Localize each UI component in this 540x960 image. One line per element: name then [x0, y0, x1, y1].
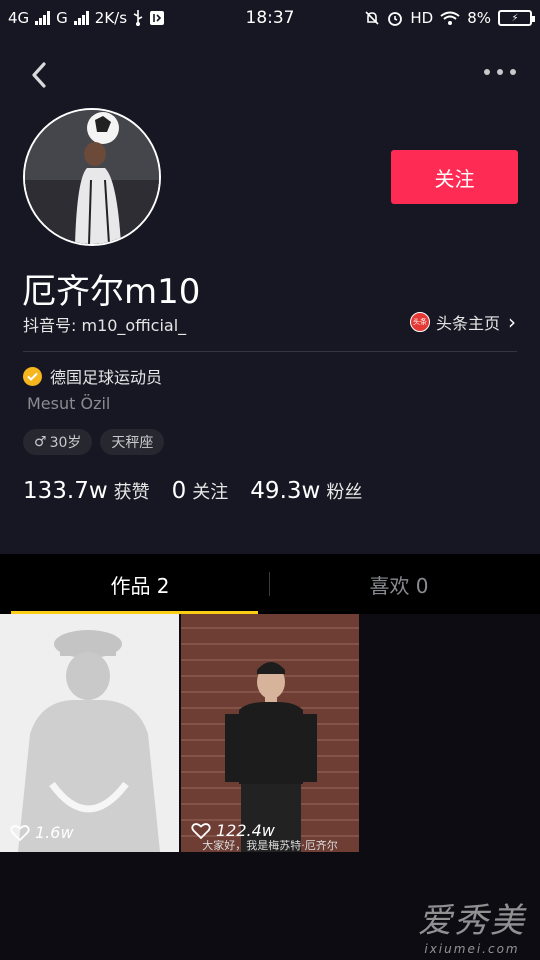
real-name: Mesut Özil	[27, 394, 111, 413]
chevron-right-icon: ›	[508, 310, 516, 334]
hd-indicator: HD	[410, 9, 434, 27]
more-dot	[497, 69, 503, 75]
video-likes-count: 1.6w	[35, 823, 74, 842]
zodiac-tag: 天秤座	[100, 429, 165, 455]
verified-title-row: 德国足球运动员	[23, 364, 162, 388]
followers-count: 49.3w	[250, 478, 321, 504]
likes-label: 获赞	[113, 482, 150, 503]
wifi-icon	[440, 11, 460, 25]
age-tag: ♂ 30岁	[23, 429, 93, 455]
heart-outline-icon	[191, 822, 211, 839]
alarm-icon	[388, 12, 403, 26]
followers-stat[interactable]: 49.3w 粉丝	[250, 478, 362, 504]
content-area: 作品 2 喜欢 0 1.6w 122.4w 大家好，我是梅苏特·厄齐尔 爱秀美 …	[0, 554, 540, 960]
heart-outline-icon	[10, 824, 30, 841]
status-bar: 4G G 2K/s 18:37 HD 8% ⚡	[0, 0, 540, 36]
video-thumbnail[interactable]: 122.4w 大家好，我是梅苏特·厄齐尔	[181, 614, 359, 852]
watermark-en: ixiumei.com	[424, 942, 520, 956]
more-button[interactable]	[484, 60, 516, 84]
watermark-cn: 爱秀美	[418, 901, 526, 941]
male-icon: ♂	[34, 434, 47, 450]
battery-icon: ⚡	[498, 10, 535, 26]
follow-button[interactable]: 关注	[391, 150, 518, 204]
toutiao-badge-icon: 头条	[409, 312, 430, 332]
tab-likes[interactable]: 喜欢 0	[270, 554, 528, 614]
likes-stat: 133.7w 获赞	[23, 478, 150, 504]
divider	[23, 351, 517, 352]
more-dot	[510, 69, 516, 75]
status-right: HD 8% ⚡	[364, 9, 535, 27]
following-stat[interactable]: 0 关注	[172, 478, 229, 504]
tab-works[interactable]: 作品 2	[11, 554, 269, 614]
video-thumbnail[interactable]: 1.6w	[0, 614, 179, 852]
video-likes: 1.6w	[10, 823, 74, 842]
profile-tags: ♂ 30岁 天秤座	[23, 429, 165, 455]
mute-icon	[365, 11, 379, 25]
profile-nickname: 厄齐尔m10	[22, 272, 201, 312]
video-likes-count: 122.4w	[216, 821, 275, 840]
video-cover	[181, 614, 359, 852]
toutiao-label: 头条主页	[435, 314, 500, 333]
toutiao-homepage-link[interactable]: 头条 头条主页 ›	[409, 310, 516, 334]
video-caption: 大家好，我是梅苏特·厄齐尔	[202, 840, 338, 852]
avatar[interactable]	[23, 108, 161, 246]
followers-label: 粉丝	[326, 482, 363, 503]
chevron-left-icon	[32, 62, 46, 88]
more-dot	[484, 69, 490, 75]
profile-stats: 133.7w 获赞 0 关注 49.3w 粉丝	[23, 478, 384, 504]
site-watermark: 爱秀美 ixiumei.com	[418, 893, 526, 956]
likes-count: 133.7w	[23, 478, 108, 504]
avatar-image	[25, 110, 159, 244]
video-likes: 122.4w	[191, 821, 275, 840]
verified-title: 德国足球运动员	[50, 368, 163, 387]
tab-bar: 作品 2 喜欢 0	[0, 554, 540, 614]
following-count: 0	[171, 478, 187, 504]
top-bar	[0, 52, 540, 96]
back-button[interactable]	[24, 56, 54, 92]
battery-percent: 8%	[467, 9, 491, 27]
douyin-id: 抖音号: m10_official_	[23, 316, 187, 335]
video-cover	[0, 614, 179, 852]
verified-check-icon	[23, 366, 42, 386]
following-label: 关注	[192, 482, 229, 503]
age-label: 30岁	[49, 435, 82, 451]
